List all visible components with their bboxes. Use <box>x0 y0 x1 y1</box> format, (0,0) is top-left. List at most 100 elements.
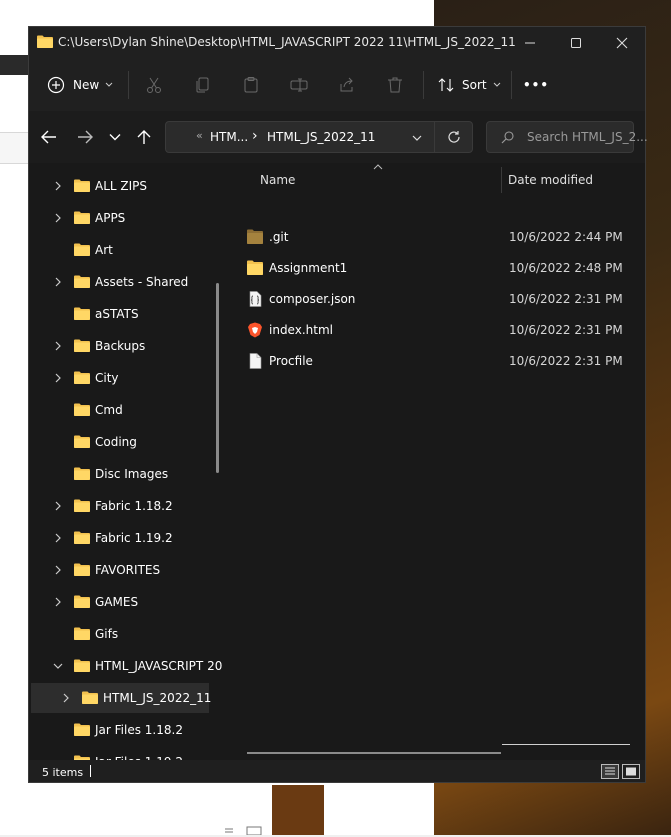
sidebar-item[interactable]: Jar Files 1.19.2 <box>31 747 209 760</box>
paste-icon[interactable] <box>241 75 261 95</box>
status-bar: 5 items <box>29 760 645 782</box>
arrow-up-icon <box>137 130 151 144</box>
column-header-date-modified[interactable]: Date modified <box>508 173 593 187</box>
details-view-icon <box>605 767 615 775</box>
breadcrumb-item-parent[interactable]: HTM... <box>210 130 248 144</box>
chevron-right-icon[interactable] <box>53 565 63 575</box>
address-history-chevron-icon[interactable] <box>412 135 422 142</box>
recent-locations-button[interactable] <box>104 127 126 147</box>
file-date-modified: 10/6/2022 2:31 PM <box>509 323 623 337</box>
folder-icon <box>74 307 90 320</box>
sidebar-item-label: Disc Images <box>95 467 169 481</box>
sidebar-item-label: HTML_JS_2022_11 <box>103 691 212 705</box>
file-row[interactable]: composer.json 10/6/2022 2:31 PM <box>242 284 637 315</box>
minimize-icon <box>525 42 535 44</box>
navigation-pane[interactable]: ALL ZIPS APPS Art Assets - Shared aSTATS Back… <box>29 163 227 760</box>
file-date-modified: 10/6/2022 2:31 PM <box>509 292 623 306</box>
file-row[interactable]: Assignment1 10/6/2022 2:48 PM <box>242 253 637 284</box>
large-icons-view-button[interactable] <box>622 764 640 779</box>
sidebar-item[interactable]: GAMES <box>31 587 209 617</box>
sidebar-item[interactable]: Fabric 1.18.2 <box>31 491 209 521</box>
folder-icon <box>37 35 53 48</box>
column-header-name[interactable]: Name <box>260 173 295 187</box>
address-bar[interactable]: « HTM... › HTML_JS_2022_11 <box>165 121 473 153</box>
share-icon[interactable] <box>337 75 357 95</box>
sidebar-item[interactable]: aSTATS <box>31 299 209 329</box>
chevron-right-icon[interactable] <box>53 341 63 351</box>
file-name: Assignment1 <box>269 261 348 275</box>
file-name: index.html <box>269 323 333 337</box>
horizontal-scrollbar[interactable] <box>247 752 501 754</box>
chevron-down-icon <box>493 82 500 87</box>
sort-button[interactable]: Sort <box>437 73 501 97</box>
up-button[interactable] <box>133 127 155 147</box>
vertical-scrollbar[interactable] <box>216 283 219 473</box>
title-bar[interactable]: C:\Users\Dylan Shine\Desktop\HTML_JAVASC… <box>29 27 645 59</box>
sidebar-item-label: ALL ZIPS <box>95 179 148 193</box>
forward-button[interactable] <box>74 127 96 147</box>
sidebar-item[interactable]: Fabric 1.19.2 <box>31 523 209 553</box>
sidebar-item[interactable]: Gifs <box>31 619 209 649</box>
refresh-icon[interactable] <box>447 130 461 144</box>
taskbar-fragment-icon <box>225 826 262 836</box>
cut-icon[interactable] <box>144 75 164 95</box>
sidebar-item[interactable]: Disc Images <box>31 459 209 489</box>
chevron-down-icon[interactable] <box>53 661 63 671</box>
new-button[interactable]: New <box>47 73 113 97</box>
sidebar-item[interactable]: HTML_JAVASCRIPT 20 <box>31 651 222 681</box>
folder-icon <box>74 467 90 480</box>
chevron-right-icon[interactable] <box>61 693 71 703</box>
sidebar-item[interactable]: Jar Files 1.18.2 <box>31 715 209 745</box>
more-options-button[interactable]: ••• <box>523 73 549 97</box>
chevron-right-icon[interactable] <box>53 533 63 543</box>
details-view-button[interactable] <box>601 764 619 779</box>
sidebar-item[interactable]: Art <box>31 235 209 265</box>
delete-icon[interactable] <box>385 75 405 95</box>
sidebar-item[interactable]: APPS <box>31 203 209 233</box>
blank-file-icon <box>249 353 262 369</box>
file-row[interactable]: .git 10/6/2022 2:44 PM <box>242 222 637 253</box>
chevron-right-icon[interactable] <box>53 213 63 223</box>
copy-icon[interactable] <box>193 75 213 95</box>
sidebar-item-label: HTML_JAVASCRIPT 20 <box>95 659 223 673</box>
sidebar-item[interactable]: FAVORITES <box>31 555 209 585</box>
chevron-right-icon[interactable] <box>53 597 63 607</box>
chevron-right-icon[interactable] <box>53 277 63 287</box>
breadcrumb-overflow[interactable]: « <box>196 129 203 142</box>
file-date-modified: 10/6/2022 2:48 PM <box>509 261 623 275</box>
column-divider[interactable] <box>501 167 502 193</box>
toolbar-separator <box>128 71 129 99</box>
sidebar-item-label: Gifs <box>95 627 119 641</box>
maximize-button[interactable] <box>553 27 599 59</box>
chevron-right-icon[interactable] <box>53 181 63 191</box>
close-button[interactable] <box>599 27 645 59</box>
folder-icon <box>247 260 263 275</box>
minimize-button[interactable] <box>507 27 553 59</box>
folder-icon <box>74 659 90 672</box>
sidebar-item[interactable]: City <box>31 363 209 393</box>
sidebar-item[interactable]: ALL ZIPS <box>31 171 209 201</box>
search-box[interactable]: Search HTML_JS_2... <box>486 121 648 153</box>
sidebar-item-label: FAVORITES <box>95 563 161 577</box>
sidebar-item[interactable]: Backups <box>31 331 209 361</box>
file-row[interactable]: Procfile 10/6/2022 2:31 PM <box>242 346 637 377</box>
folder-icon <box>74 435 90 448</box>
sidebar-item[interactable]: HTML_JS_2022_11 <box>31 683 212 713</box>
back-button[interactable] <box>38 127 60 147</box>
sidebar-item-label: Coding <box>95 435 137 449</box>
sort-ascending-icon <box>373 164 383 170</box>
rename-icon[interactable] <box>289 75 309 95</box>
sidebar-item-label: Backups <box>95 339 146 353</box>
chevron-right-icon[interactable] <box>53 501 63 511</box>
file-name: Procfile <box>269 354 313 368</box>
chevron-down-icon <box>105 82 113 87</box>
sidebar-item[interactable]: Assets - Shared <box>31 267 209 297</box>
folder-icon <box>74 499 90 512</box>
chevron-right-icon[interactable] <box>53 373 63 383</box>
sidebar-item[interactable]: Coding <box>31 427 209 457</box>
file-row[interactable]: index.html 10/6/2022 2:31 PM <box>242 315 637 346</box>
breadcrumb-item-current[interactable]: HTML_JS_2022_11 <box>267 130 375 144</box>
sidebar-item[interactable]: Cmd <box>31 395 209 425</box>
search-input[interactable]: Search HTML_JS_2... <box>527 130 648 144</box>
address-divider <box>434 122 435 152</box>
